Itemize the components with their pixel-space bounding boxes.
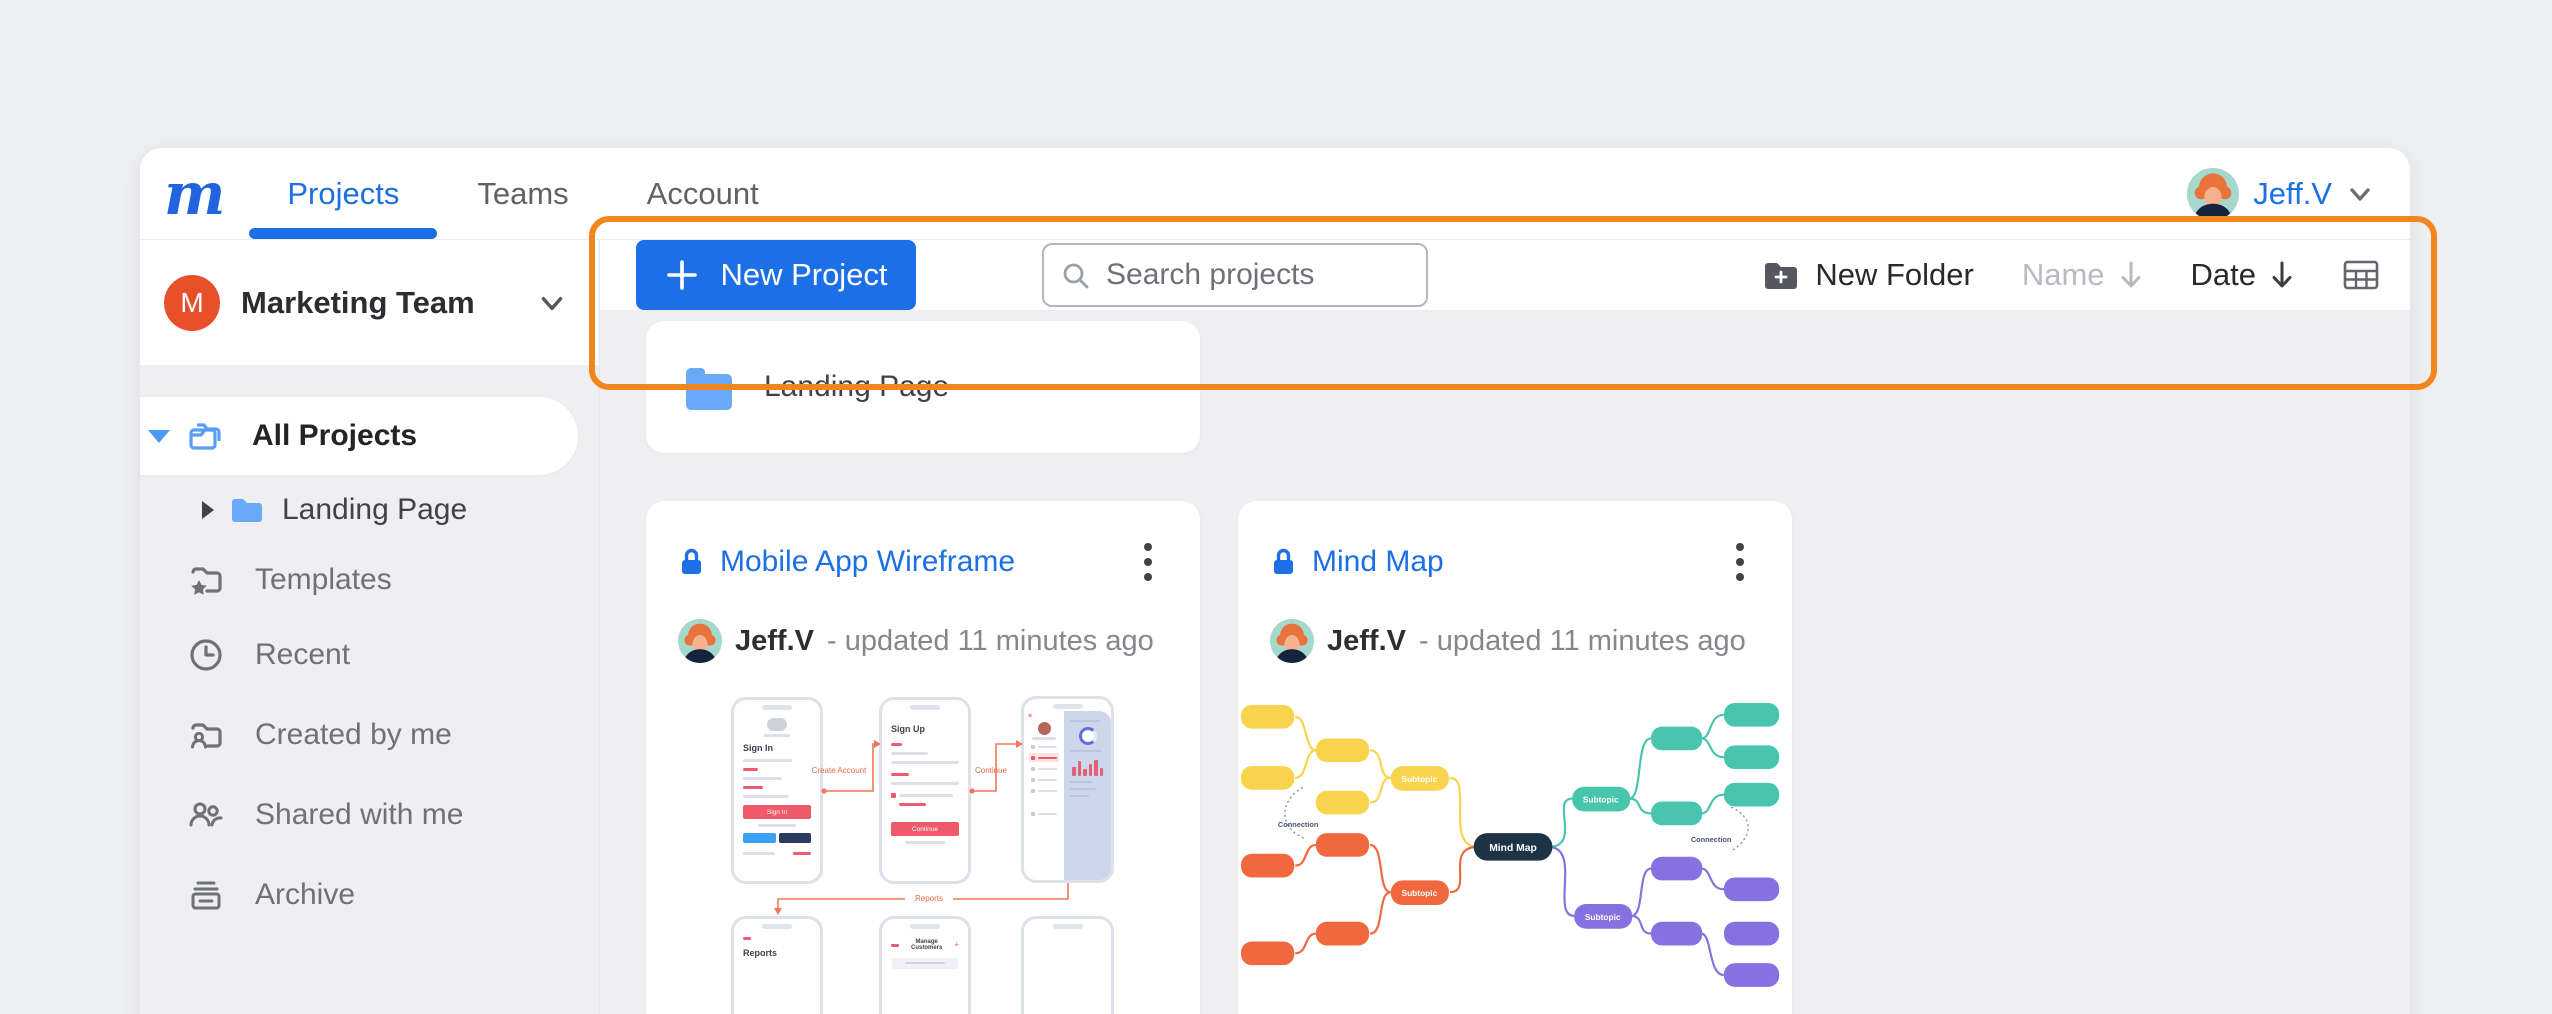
arrow-down-icon xyxy=(2119,259,2143,291)
sidebar: M Marketing Team xyxy=(140,240,600,1014)
team-selector[interactable]: M Marketing Team xyxy=(140,240,599,365)
chevron-down-icon xyxy=(2346,180,2374,208)
owner-avatar xyxy=(1270,619,1314,663)
folder-card-label: Landing Page xyxy=(764,370,949,404)
sidebar-list: All Projects Landing Page xyxy=(140,365,599,935)
updated-text: - updated 11 minutes ago xyxy=(1419,625,1746,658)
template-folder-icon xyxy=(185,559,227,601)
svg-text:Subtopic: Subtopic xyxy=(1583,795,1619,805)
team-avatar: M xyxy=(164,275,220,331)
search-input[interactable] xyxy=(1042,243,1428,307)
new-project-button[interactable]: New Project xyxy=(636,240,916,310)
sidebar-item-label: Archive xyxy=(255,878,355,912)
phone-mockup-signup: Sign Up Co xyxy=(879,697,971,884)
phone-mockup-dashboard: × xyxy=(1021,696,1114,883)
sidebar-item-label: Shared with me xyxy=(255,798,463,832)
svg-text:Subtopic: Subtopic xyxy=(1585,912,1621,922)
owner-name: Jeff.V xyxy=(735,625,814,658)
svg-text:Connection: Connection xyxy=(1691,835,1732,844)
app-window: m Projects Teams Account Jeff xyxy=(140,148,2410,1014)
person-folder-icon xyxy=(185,714,227,756)
svg-text:Reports: Reports xyxy=(915,894,943,903)
tab-teams[interactable]: Teams xyxy=(477,176,568,212)
project-card-mobile-app-wireframe[interactable]: Mobile App Wireframe xyxy=(646,501,1200,1014)
folder-icon xyxy=(226,489,268,531)
project-thumbnail-mindmap: Subtopic Subtopic xyxy=(1241,689,1789,989)
card-menu-button[interactable] xyxy=(1140,539,1156,585)
sidebar-item-landing-page[interactable]: Landing Page xyxy=(140,475,599,545)
expand-arrow-icon[interactable] xyxy=(148,430,170,443)
sidebar-item-recent[interactable]: Recent xyxy=(140,615,599,695)
phone-mockup-customers: Manage Customers + xyxy=(879,916,971,1014)
user-avatar xyxy=(2187,168,2239,220)
chevron-down-icon xyxy=(537,288,567,318)
collapsed-arrow-icon[interactable] xyxy=(202,501,214,519)
user-menu[interactable]: Jeff.V xyxy=(2187,168,2374,220)
folder-card-landing-page[interactable]: Landing Page xyxy=(646,321,1200,453)
sidebar-item-label: All Projects xyxy=(252,419,417,453)
new-folder-icon xyxy=(1761,257,1801,293)
svg-text:Subtopic: Subtopic xyxy=(1402,774,1438,784)
people-icon xyxy=(185,794,227,836)
toolbar-right: New Folder Name Date xyxy=(1761,257,2380,293)
team-name: Marketing Team xyxy=(241,285,475,321)
project-title[interactable]: Mobile App Wireframe xyxy=(720,545,1140,579)
nav-tabs: Projects Teams Account xyxy=(287,148,758,239)
project-thumbnail-wireframe: Sign In Sign In xyxy=(703,689,1143,1014)
owner-avatar xyxy=(678,619,722,663)
sidebar-item-created-by-me[interactable]: Created by me xyxy=(140,695,599,775)
sort-by-name-button[interactable]: Name xyxy=(2022,257,2143,293)
svg-text:Continue: Continue xyxy=(975,766,1008,775)
sidebar-item-all-projects[interactable]: All Projects xyxy=(140,397,578,475)
clock-icon xyxy=(185,634,227,676)
sidebar-item-label: Templates xyxy=(255,563,392,597)
sidebar-item-label: Landing Page xyxy=(282,493,467,527)
folders-icon xyxy=(184,415,226,457)
tab-account[interactable]: Account xyxy=(647,176,759,212)
sidebar-item-templates[interactable]: Templates xyxy=(140,545,599,615)
sidebar-item-shared-with-me[interactable]: Shared with me xyxy=(140,775,599,855)
project-title[interactable]: Mind Map xyxy=(1312,545,1732,579)
phone-mockup-signin: Sign In Sign In xyxy=(731,697,823,884)
card-menu-button[interactable] xyxy=(1732,539,1748,585)
svg-text:Subtopic: Subtopic xyxy=(1402,888,1438,898)
content-area: New Project xyxy=(600,240,2410,1014)
projects-toolbar: New Project xyxy=(600,240,2410,311)
sidebar-item-label: Created by me xyxy=(255,718,452,752)
plus-icon xyxy=(664,257,700,293)
project-card-mind-map[interactable]: Mind Map xyxy=(1238,501,1792,1014)
sidebar-item-archive[interactable]: Archive xyxy=(140,855,599,935)
new-folder-button[interactable]: New Folder xyxy=(1761,257,1974,293)
updated-text: - updated 11 minutes ago xyxy=(827,625,1154,658)
sidebar-item-label: Recent xyxy=(255,638,350,672)
projects-board: Landing Page Mobile App Wireframe xyxy=(600,311,2410,1014)
phone-mockup-reports: Reports xyxy=(731,916,823,1014)
top-nav: m Projects Teams Account Jeff xyxy=(140,148,2410,240)
search-icon xyxy=(1060,260,1092,292)
lock-icon xyxy=(1270,547,1297,577)
svg-text:Connection: Connection xyxy=(1278,820,1319,829)
folder-icon xyxy=(682,364,736,410)
svg-text:Mind Map: Mind Map xyxy=(1489,843,1537,854)
user-name: Jeff.V xyxy=(2253,176,2332,212)
sort-by-date-button[interactable]: Date xyxy=(2191,257,2294,293)
archive-icon xyxy=(185,874,227,916)
miro-logo[interactable]: m xyxy=(164,165,225,223)
screen: m Projects Teams Account Jeff xyxy=(0,0,2552,1014)
arrow-down-icon xyxy=(2270,259,2294,291)
tab-projects[interactable]: Projects xyxy=(287,176,399,212)
grid-view-toggle-icon[interactable] xyxy=(2342,258,2380,292)
phone-mockup-empty xyxy=(1021,916,1114,1014)
lock-icon xyxy=(678,547,705,577)
owner-name: Jeff.V xyxy=(1327,625,1406,658)
search-box xyxy=(1042,243,1428,307)
